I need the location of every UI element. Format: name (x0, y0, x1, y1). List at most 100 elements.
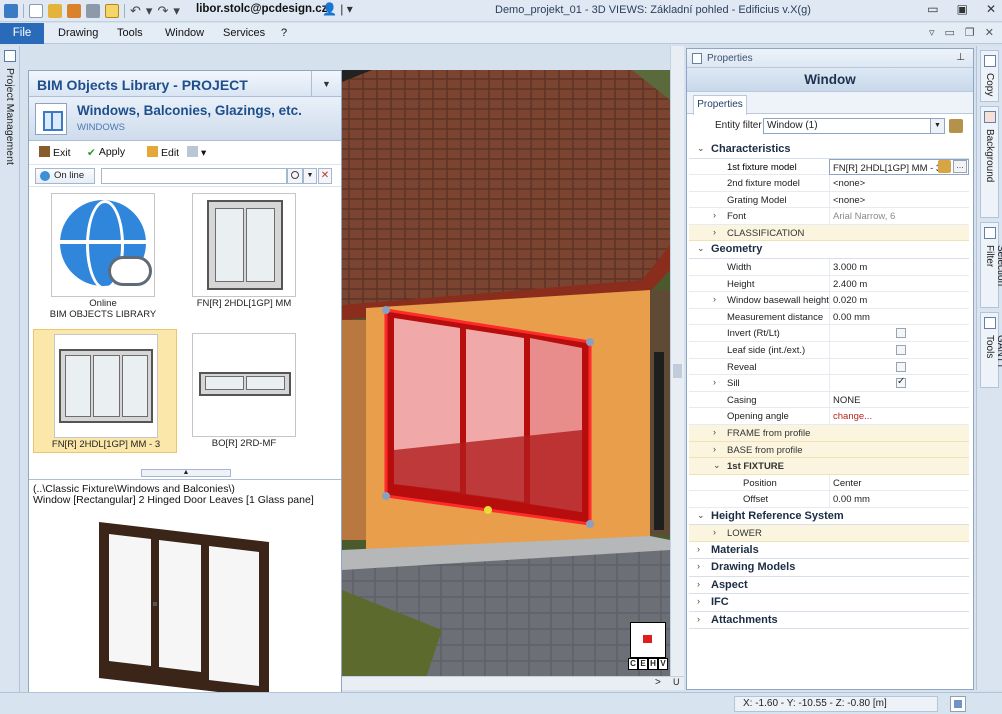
prop-invert[interactable]: Invert (Rt/Lt) (689, 325, 969, 342)
prop-font[interactable]: › Font Arial Narrow, 6 (689, 208, 969, 225)
search-icon[interactable] (287, 168, 303, 184)
new-file-icon[interactable] (29, 4, 43, 18)
reveal-checkbox[interactable] (896, 361, 906, 372)
invert-checkbox[interactable] (896, 328, 906, 339)
pick-model-icon[interactable] (938, 159, 951, 173)
group-ifc[interactable]: › IFC (689, 594, 969, 612)
prop-value[interactable]: 3.000 m (829, 258, 969, 275)
group-attachments[interactable]: › Attachments (689, 611, 969, 630)
prop-value[interactable]: 0.00 mm (829, 308, 969, 325)
close-icon[interactable]: ✕ (986, 2, 996, 16)
menu-window[interactable]: Window (165, 27, 204, 39)
select-cursor-icon[interactable] (105, 4, 119, 18)
prop-grating-model[interactable]: Grating Model <none> (689, 191, 969, 209)
prop-leaf-side[interactable]: Leaf side (int./ext.) (689, 341, 969, 359)
prop-value[interactable]: 0.00 mm (829, 491, 969, 508)
group-geometry[interactable]: ⌄ Geometry (689, 241, 969, 259)
3d-view-viewport[interactable] (342, 70, 670, 690)
restore-icon[interactable]: ▣ (957, 2, 968, 16)
left-dock-tab[interactable]: Project Management (0, 46, 20, 714)
prop-value-link[interactable]: change... (829, 408, 969, 425)
clear-search-icon[interactable]: ✕ (318, 168, 332, 184)
library-item-window-2hdl[interactable]: FN[R] 2HDL[1GP] MM (172, 189, 316, 313)
subgroup-base-profile[interactable]: › BASE from profile (689, 441, 969, 459)
apply-button[interactable]: ✔ Apply (87, 146, 125, 159)
group-drawing-models[interactable]: › Drawing Models (689, 559, 969, 577)
prop-1st-fixture-model[interactable]: 1st fixture model FN[R] 2HDL[1GP] MM - 3… (689, 158, 969, 176)
view-v-button[interactable]: V (658, 658, 668, 670)
subgroup-frame-profile[interactable]: › FRAME from profile (689, 424, 969, 442)
scroll-right-icon[interactable]: > (655, 677, 661, 688)
app-icon[interactable] (4, 4, 18, 18)
view-navigation-cube[interactable]: C E H V (628, 620, 670, 672)
prop-value[interactable]: Center (829, 474, 969, 491)
menu-drawing[interactable]: Drawing (58, 27, 98, 39)
library-item-bo-2rd-mf[interactable]: BO[R] 2RD-MF (172, 329, 316, 453)
undo-icon[interactable]: ↶ (130, 4, 141, 18)
group-materials[interactable]: › Materials (689, 541, 969, 560)
leaf-side-checkbox[interactable] (896, 344, 906, 355)
sill-checkbox[interactable] (896, 376, 906, 389)
view-horizontal-scrollbar[interactable] (342, 676, 684, 690)
prop-offset[interactable]: Offset 0.00 mm (689, 491, 969, 508)
prop-value[interactable]: 0.020 m (829, 292, 969, 309)
subgroup-lower[interactable]: › LOWER (689, 525, 969, 542)
menu-help[interactable]: ? (281, 27, 287, 39)
group-height-reference-system[interactable]: ⌄ Height Reference System (689, 507, 969, 526)
prop-measurement-distance[interactable]: Measurement distance 0.00 mm (689, 308, 969, 326)
prop-value[interactable]: 2.400 m (829, 275, 969, 292)
print-icon[interactable] (86, 4, 100, 18)
prop-opening-angle[interactable]: Opening angle change... (689, 408, 969, 425)
doc-minimize-icon[interactable]: ▭ (945, 26, 955, 39)
prop-height[interactable]: Height 2.400 m (689, 275, 969, 293)
chevron-right-icon[interactable]: › (713, 210, 716, 220)
doc-close-icon[interactable]: ✕ (985, 26, 994, 39)
view-vertical-scrollbar[interactable] (670, 46, 684, 690)
prop-casing[interactable]: Casing NONE (689, 391, 969, 409)
open-folder-icon[interactable] (48, 4, 62, 18)
scroll-thumb[interactable] (673, 364, 682, 378)
edit-button[interactable]: Edit (147, 146, 179, 159)
prop-2nd-fixture-model[interactable]: 2nd fixture model <none> (689, 175, 969, 192)
library-item-online[interactable]: Online BIM OBJECTS LIBRARY (31, 189, 175, 320)
doc-restore-icon[interactable]: ❐ (965, 26, 975, 39)
pin-icon[interactable]: ⊥ (956, 52, 965, 63)
settings-dropdown[interactable]: ▾ (187, 146, 206, 159)
collapse-preview-handle[interactable]: ▲ (141, 469, 231, 477)
prop-sill[interactable]: › Sill (689, 375, 969, 392)
tab-properties[interactable]: Properties (693, 95, 747, 115)
subgroup-classification[interactable]: › CLASSIFICATION (689, 224, 969, 242)
right-tab-background[interactable]: Background (980, 106, 999, 218)
view-e-button[interactable]: E (638, 658, 648, 670)
right-tab-copy[interactable]: Copy (980, 50, 999, 102)
prop-value[interactable]: NONE (829, 391, 969, 408)
view-c-button[interactable]: C (628, 658, 638, 670)
menu-tools[interactable]: Tools (117, 27, 143, 39)
entity-filter-select[interactable]: Window (1) ▼ (763, 118, 945, 134)
chevron-right-icon[interactable]: › (713, 377, 716, 387)
search-dropdown-icon[interactable]: ▼ (303, 168, 317, 184)
view-h-button[interactable]: H (648, 658, 658, 670)
menu-file[interactable]: File (0, 23, 44, 44)
prop-value[interactable]: <none> (829, 175, 969, 192)
search-input[interactable] (101, 168, 287, 184)
prop-window-basewall-height[interactable]: › Window basewall height 0.020 m (689, 292, 969, 309)
redo-dropdown-icon[interactable]: ▾ (173, 4, 180, 18)
redo-icon[interactable]: ↷ (157, 4, 168, 18)
right-tab-gantt-tools[interactable]: GANTT Tools (980, 312, 1002, 388)
prop-width[interactable]: Width 3.000 m (689, 258, 969, 276)
status-settings-icon[interactable] (950, 696, 966, 712)
prop-value[interactable]: <none> (829, 191, 969, 208)
group-aspect[interactable]: › Aspect (689, 576, 969, 595)
save-icon[interactable] (67, 4, 81, 18)
undo-dropdown-icon[interactable]: ▾ (146, 4, 153, 18)
filter-edit-icon[interactable] (949, 119, 963, 133)
subgroup-1st-fixture[interactable]: ⌄ 1st FIXTURE (689, 458, 969, 475)
minimize-icon[interactable]: ▭ (927, 2, 938, 16)
user-icon[interactable]: 👤 | ▾ (322, 2, 353, 16)
library-item-window-2hdl-3[interactable]: FN[R] 2HDL[1GP] MM - 3 (33, 329, 177, 453)
ribbon-toggle-icon[interactable]: ▿ (929, 26, 935, 39)
user-email[interactable]: libor.stolc@pcdesign.cz (196, 3, 327, 15)
library-dropdown-icon[interactable]: ▼ (311, 71, 341, 97)
exit-button[interactable]: Exit (39, 146, 71, 159)
